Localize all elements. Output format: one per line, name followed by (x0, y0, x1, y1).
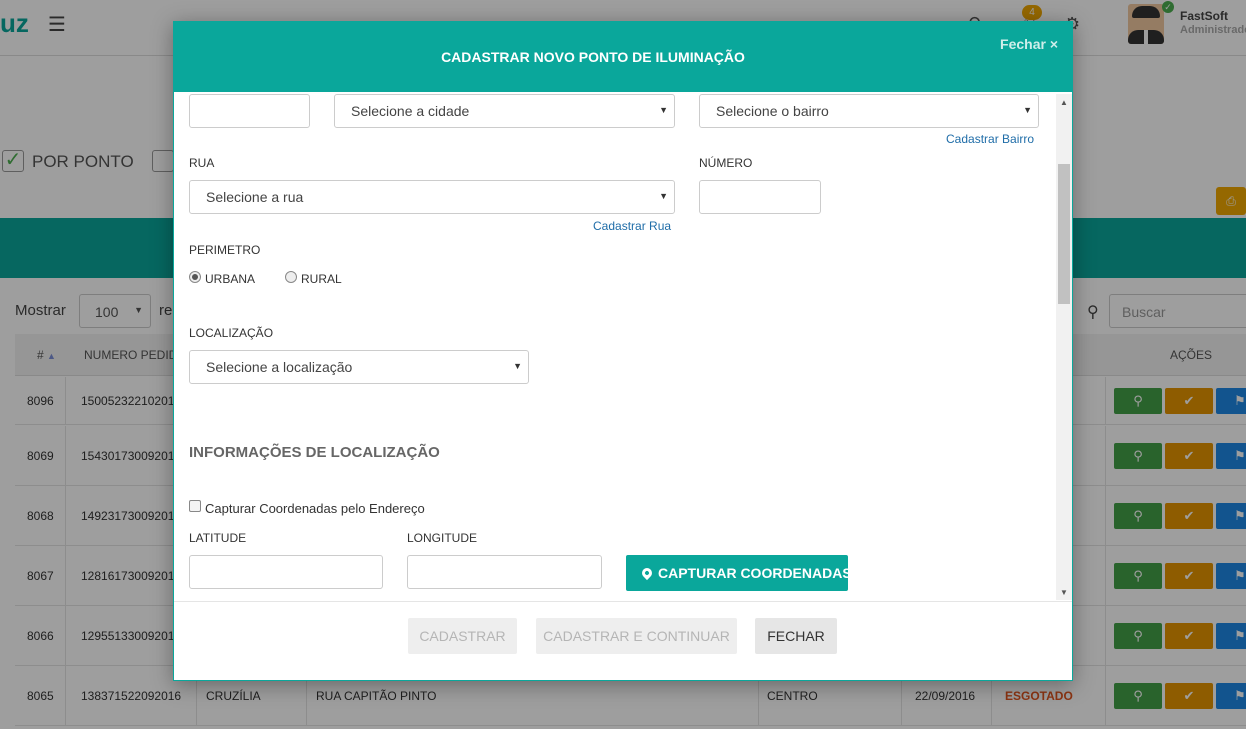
cidade-select-value: Selecione a cidade (351, 103, 470, 119)
chevron-down-icon: ▼ (659, 191, 668, 201)
capturar-coordenadas-label: CAPTURAR COORDENADAS (658, 565, 852, 581)
modal-body: Selecione a cidade ▼ Selecione o bairro … (174, 92, 1072, 601)
cidade-select[interactable]: Selecione a cidade ▼ (334, 94, 675, 128)
capturar-endereco-checkbox[interactable] (189, 500, 201, 512)
bairro-select-value: Selecione o bairro (716, 103, 829, 119)
scroll-down-icon[interactable]: ▼ (1060, 588, 1068, 597)
capturar-endereco-label[interactable]: Capturar Coordenadas pelo Endereço (205, 501, 425, 516)
chevron-down-icon: ▼ (1023, 105, 1032, 115)
scroll-up-icon[interactable]: ▲ (1060, 98, 1068, 107)
longitude-input[interactable] (407, 555, 602, 589)
rua-select-value: Selecione a rua (206, 189, 304, 205)
chevron-down-icon: ▼ (513, 361, 522, 371)
cadastrar-rua-link[interactable]: Cadastrar Rua (593, 219, 671, 233)
cadastrar-ponto-modal: CADASTRAR NOVO PONTO DE ILUMINAÇÃO Fecha… (173, 21, 1073, 681)
cadastrar-continuar-button[interactable]: CADASTRAR E CONTINUAR (536, 618, 737, 654)
capturar-coordenadas-button[interactable]: CAPTURAR COORDENADAS (626, 555, 852, 591)
perimetro-rural-label[interactable]: RURAL (301, 272, 342, 286)
latitude-input[interactable] (189, 555, 383, 589)
rua-label: RUA (189, 156, 215, 170)
localizacao-label: LOCALIZAÇÃO (189, 326, 274, 340)
localizacao-select[interactable]: Selecione a localização ▼ (189, 350, 529, 384)
localizacao-select-value: Selecione a localização (206, 359, 353, 375)
modal-title: CADASTRAR NOVO PONTO DE ILUMINAÇÃO (441, 49, 745, 65)
modal-close-button[interactable]: Fechar × (1000, 36, 1058, 52)
map-marker-icon (639, 565, 655, 581)
chevron-down-icon: ▼ (659, 105, 668, 115)
modal-footer: CADASTRAR CADASTRAR E CONTINUAR FECHAR (174, 601, 1072, 680)
numero-label: NÚMERO (699, 156, 753, 170)
bairro-select[interactable]: Selecione o bairro ▼ (699, 94, 1039, 128)
rua-select[interactable]: Selecione a rua ▼ (189, 180, 675, 214)
modal-header: CADASTRAR NOVO PONTO DE ILUMINAÇÃO Fecha… (174, 22, 1072, 92)
uf-input[interactable] (189, 94, 310, 128)
fechar-button[interactable]: FECHAR (755, 618, 837, 654)
scrollbar-thumb[interactable] (1058, 164, 1070, 304)
perimetro-label: PERIMETRO (189, 243, 261, 257)
longitude-label: LONGITUDE (407, 531, 478, 545)
cadastrar-bairro-link[interactable]: Cadastrar Bairro (946, 132, 1034, 146)
perimetro-urbana-radio[interactable] (189, 271, 201, 283)
modal-scrollbar[interactable]: ▲ ▼ (1056, 94, 1072, 600)
numero-input[interactable] (699, 180, 821, 214)
latitude-label: LATITUDE (189, 531, 247, 545)
perimetro-rural-radio[interactable] (285, 271, 297, 283)
info-localizacao-title: INFORMAÇÕES DE LOCALIZAÇÃO (189, 444, 440, 461)
perimetro-urbana-label[interactable]: URBANA (205, 272, 255, 286)
cadastrar-button[interactable]: CADASTRAR (408, 618, 517, 654)
